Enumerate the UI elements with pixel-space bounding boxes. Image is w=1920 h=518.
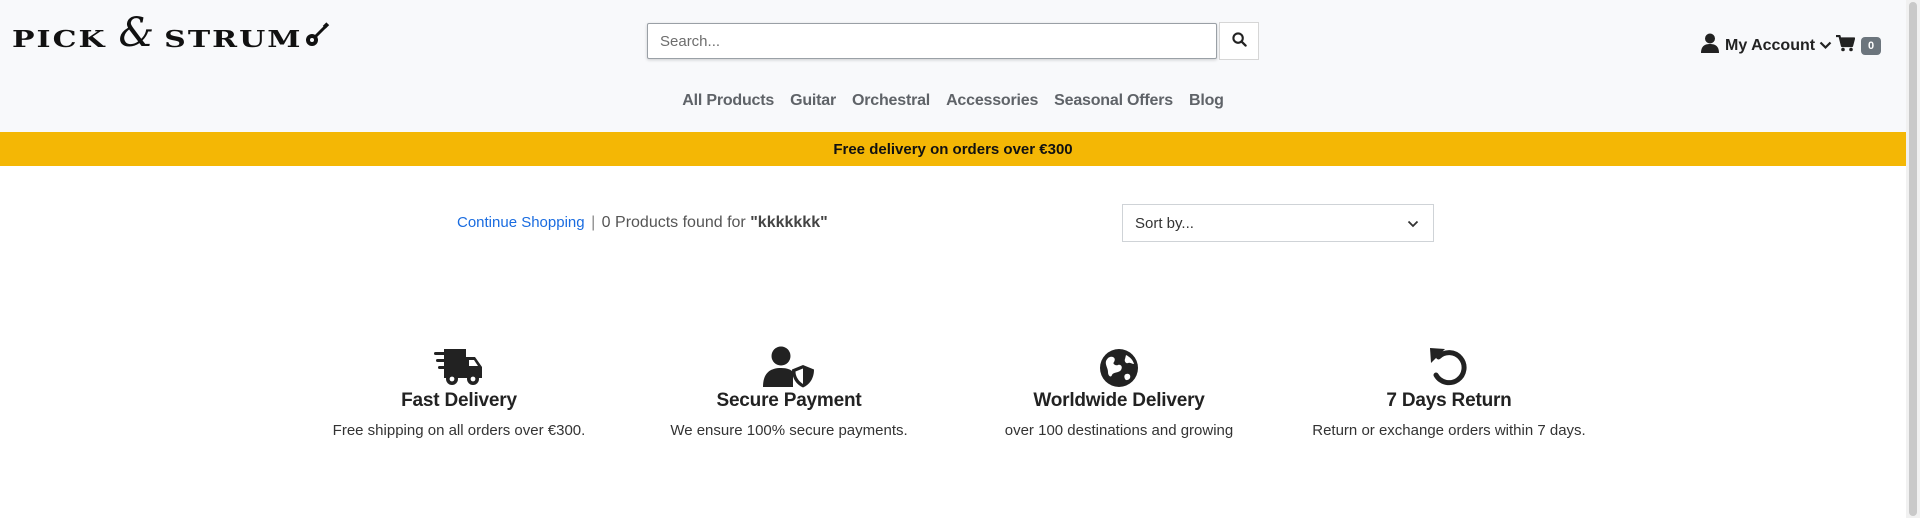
brand-logo[interactable]: PICK & STRUM: [12, 10, 342, 64]
globe-icon: [949, 342, 1289, 388]
continue-shopping-link[interactable]: Continue Shopping: [457, 214, 585, 231]
nav-item-all-products[interactable]: All Products: [682, 92, 774, 110]
feature-description: Free shipping on all orders over €300.: [332, 422, 586, 439]
feature-title: Worldwide Delivery: [1033, 390, 1205, 411]
chevron-down-icon: [1407, 215, 1419, 232]
feature-title: Secure Payment: [716, 390, 862, 411]
cart-button[interactable]: 0: [1836, 34, 1882, 57]
feature-description: We ensure 100% secure payments.: [670, 422, 908, 439]
scrollbar-thumb[interactable]: [1909, 2, 1917, 516]
feature-description: Return or exchange orders within 7 days.: [1312, 422, 1586, 439]
feature-title: 7 Days Return: [1386, 390, 1512, 411]
delivery-truck-icon: [289, 342, 629, 388]
feature-secure-payment: Secure Payment We ensure 100% secure pay…: [619, 342, 959, 439]
cart-icon: [1836, 34, 1856, 57]
promo-text: Free delivery on orders over €300: [833, 140, 1073, 158]
search-bar: [647, 22, 1259, 60]
cart-count-badge: 0: [1861, 37, 1882, 55]
feature-7-days-return: 7 Days Return Return or exchange orders …: [1279, 342, 1619, 439]
guitar-icon: [304, 21, 330, 53]
chevron-down-icon: [1819, 37, 1832, 55]
results-count-text: 0 Products found for: [601, 214, 746, 231]
page: PICK & STRUM Search... My Account 0 All …: [0, 0, 1906, 518]
undo-arrow-icon: [1279, 342, 1619, 388]
feature-fast-delivery: Fast Delivery Free shipping on all order…: [289, 342, 629, 439]
search-results-summary: Continue Shopping | 0 Products found for…: [457, 214, 828, 232]
search-input[interactable]: [647, 23, 1217, 59]
results-separator: |: [591, 214, 596, 231]
my-account-label: My Account: [1725, 36, 1816, 54]
logo-word-strum: STRUM: [164, 25, 303, 53]
feature-title: Fast Delivery: [401, 390, 517, 411]
promo-banner: Free delivery on orders over €300: [0, 132, 1906, 166]
nav-item-blog[interactable]: Blog: [1189, 92, 1224, 110]
feature-description: over 100 destinations and growing: [1004, 422, 1234, 439]
search-button[interactable]: [1219, 22, 1259, 60]
site-header: PICK & STRUM Search... My Account 0 All …: [0, 0, 1906, 132]
my-account-menu[interactable]: My Account: [1701, 33, 1832, 58]
sort-select-value: Sort by...: [1135, 214, 1194, 232]
logo-ampersand: &: [118, 10, 155, 56]
page-scrollbar[interactable]: [1906, 0, 1920, 518]
secure-user-shield-icon: [619, 342, 959, 388]
nav-item-orchestral[interactable]: Orchestral: [852, 92, 930, 110]
user-icon: [1701, 33, 1719, 58]
features-strip: Fast Delivery Free shipping on all order…: [0, 342, 1906, 462]
feature-worldwide-delivery: Worldwide Delivery over 100 destinations…: [949, 342, 1289, 439]
search-icon: [1231, 32, 1247, 50]
search-query-text: "kkkkkkk": [750, 214, 828, 231]
nav-item-accessories[interactable]: Accessories: [946, 92, 1038, 110]
sort-select[interactable]: Sort by...: [1122, 204, 1434, 242]
nav-item-guitar[interactable]: Guitar: [790, 92, 836, 110]
nav-item-seasonal-offers[interactable]: Seasonal Offers: [1054, 92, 1173, 110]
logo-word-pick: PICK: [12, 25, 107, 53]
main-nav: All Products Guitar Orchestral Accessori…: [0, 92, 1906, 110]
